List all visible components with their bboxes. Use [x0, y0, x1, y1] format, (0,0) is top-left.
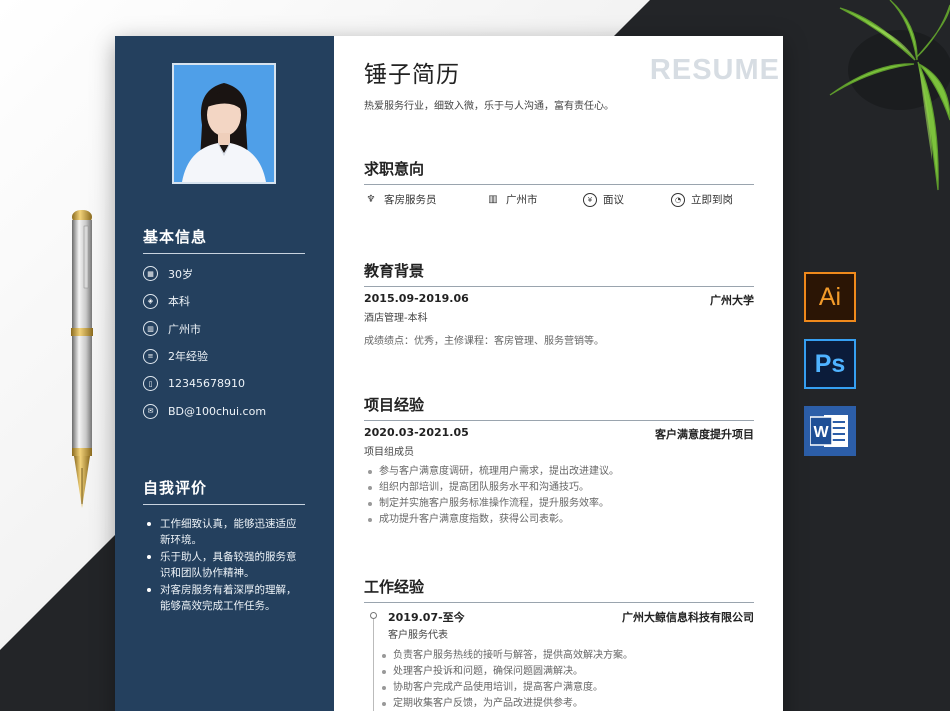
work-bullet: 处理客户投诉和问题，确保问题圆满解决。 [378, 664, 633, 680]
self-eval-heading: 自我评价 [143, 477, 305, 505]
intent-heading: 求职意向 [364, 158, 754, 185]
work-heading: 工作经验 [364, 576, 754, 603]
yen-icon: ¥ [583, 192, 597, 207]
work-role: 客户服务代表 [388, 630, 448, 641]
project-header: 2020.03-2021.05 客户满意度提升项目 [364, 426, 754, 442]
education-period: 2015.09-2019.06 [364, 292, 469, 305]
mail-icon: ✉ [143, 403, 158, 419]
info-age-text: 30岁 [168, 267, 193, 281]
work-header: 2019.07-至今 广州大鲸信息科技有限公司 [388, 609, 754, 625]
graduation-cap-icon: ◈ [143, 293, 158, 309]
project-bullet: 成功提升客户满意度指数，获得公司表彰。 [364, 512, 619, 528]
work-company: 广州大鲸信息科技有限公司 [622, 611, 754, 624]
resume-watermark: RESUME [649, 54, 780, 86]
profile-photo [172, 63, 276, 184]
info-city-text: 广州市 [168, 322, 201, 336]
self-eval-item: 对客房服务有着深厚的理解，能够高效完成工作任务。 [143, 582, 305, 614]
intent-availability-text: 立即到岗 [691, 194, 733, 206]
self-eval-item: 乐于助人，具备较强的服务意识和团队协作精神。 [143, 549, 305, 581]
resume-tagline: 热爱服务行业，细致入微，乐于与人沟通，富有责任心。 [364, 101, 614, 112]
basic-info-heading: 基本信息 [143, 226, 305, 254]
timeline-line [373, 619, 374, 711]
resume-sheet: 基本信息 ▦ 30岁 ◈ 本科 ▥ 广州市 ≡ 2年经验 ▯ 123456789… [115, 36, 783, 711]
project-name: 客户满意度提升项目 [655, 428, 754, 441]
info-experience: ≡ 2年经验 [143, 343, 313, 371]
project-heading: 项目经验 [364, 394, 754, 421]
work-bullets: 负责客户服务热线的接听与解答，提供高效解决方案。 处理客户投诉和问题，确保问题圆… [378, 648, 633, 711]
avatar-portrait [174, 65, 274, 182]
document-icon: ≡ [143, 348, 158, 364]
intent-position: ♆ 客房服务员 [364, 192, 486, 207]
resume-name: 锤子简历 [364, 62, 460, 88]
building-icon: ▥ [143, 321, 158, 337]
illustrator-label: Ai [818, 282, 842, 311]
info-phone-text: 12345678910 [168, 377, 245, 391]
tie-icon: ♆ [366, 194, 376, 205]
project-bullet: 参与客户满意度调研，梳理用户需求，提出改进建议。 [364, 464, 619, 480]
info-degree-text: 本科 [168, 295, 190, 309]
education-heading: 教育背景 [364, 260, 754, 287]
main-content: 锤子简历 RESUME 热爱服务行业，细致入微，乐于与人沟通，富有责任心。 求职… [364, 36, 779, 711]
self-eval-list: 工作细致认真，能够迅速适应新环境。 乐于助人，具备较强的服务意识和团队协作精神。… [143, 516, 305, 615]
work-bullet: 定期收集客户反馈，为产品改进提供参考。 [378, 696, 633, 711]
info-email: ✉ BD@100chui.com [143, 398, 313, 426]
project-bullet: 组织内部培训，提高团队服务水平和沟通技巧。 [364, 480, 619, 496]
basic-info-list: ▦ 30岁 ◈ 本科 ▥ 广州市 ≡ 2年经验 ▯ 12345678910 ✉ … [143, 260, 313, 425]
word-letter: W [813, 424, 829, 441]
education-school: 广州大学 [710, 294, 754, 307]
intent-position-text: 客房服务员 [384, 194, 437, 206]
building-icon: ▥ [488, 194, 498, 205]
project-bullets: 参与客户满意度调研，梳理用户需求，提出改进建议。 组织内部培训，提高团队服务水平… [364, 464, 619, 528]
clock-icon: ◔ [671, 192, 685, 207]
sidebar: 基本信息 ▦ 30岁 ◈ 本科 ▥ 广州市 ≡ 2年经验 ▯ 123456789… [115, 36, 334, 711]
phone-icon: ▯ [143, 376, 158, 392]
intent-salary-text: 面议 [603, 194, 624, 206]
word-icon: W [804, 406, 856, 456]
word-logo-icon: W [810, 415, 848, 447]
education-major: 酒店管理-本科 [364, 313, 428, 324]
photoshop-icon: Ps [804, 339, 856, 389]
photoshop-label: Ps [814, 349, 846, 378]
project-bullet: 制定并实施客户服务标准操作流程，提升服务效率。 [364, 496, 619, 512]
plant-illustration [829, 0, 950, 191]
intent-salary: ¥ 面议 [583, 192, 671, 207]
intent-availability: ◔ 立即到岗 [671, 192, 733, 207]
pen-illustration [71, 210, 93, 508]
intent-city: ▥ 广州市 [486, 192, 583, 207]
education-header: 2015.09-2019.06 广州大学 [364, 292, 754, 308]
calendar-icon: ▦ [143, 266, 158, 282]
timeline-dot [370, 612, 377, 619]
intent-row: ♆ 客房服务员 ▥ 广州市 ¥ 面议 ◔ 立即到岗 [364, 192, 754, 207]
info-phone: ▯ 12345678910 [143, 370, 313, 398]
self-eval-item: 工作细致认真，能够迅速适应新环境。 [143, 516, 305, 548]
info-degree: ◈ 本科 [143, 288, 313, 316]
illustrator-icon: Ai [804, 272, 856, 322]
work-bullet: 协助客户完成产品使用培训，提高客户满意度。 [378, 680, 633, 696]
work-period: 2019.07-至今 [388, 611, 465, 624]
info-city: ▥ 广州市 [143, 315, 313, 343]
info-experience-text: 2年经验 [168, 350, 208, 364]
info-email-text: BD@100chui.com [168, 404, 267, 418]
intent-city-text: 广州市 [506, 194, 538, 206]
project-period: 2020.03-2021.05 [364, 426, 469, 439]
education-note: 成绩绩点：优秀，主修课程：客房管理、服务营销等。 [364, 336, 604, 347]
project-role: 项目组成员 [364, 447, 414, 458]
info-age: ▦ 30岁 [143, 260, 313, 288]
work-bullet: 负责客户服务热线的接听与解答，提供高效解决方案。 [378, 648, 633, 664]
